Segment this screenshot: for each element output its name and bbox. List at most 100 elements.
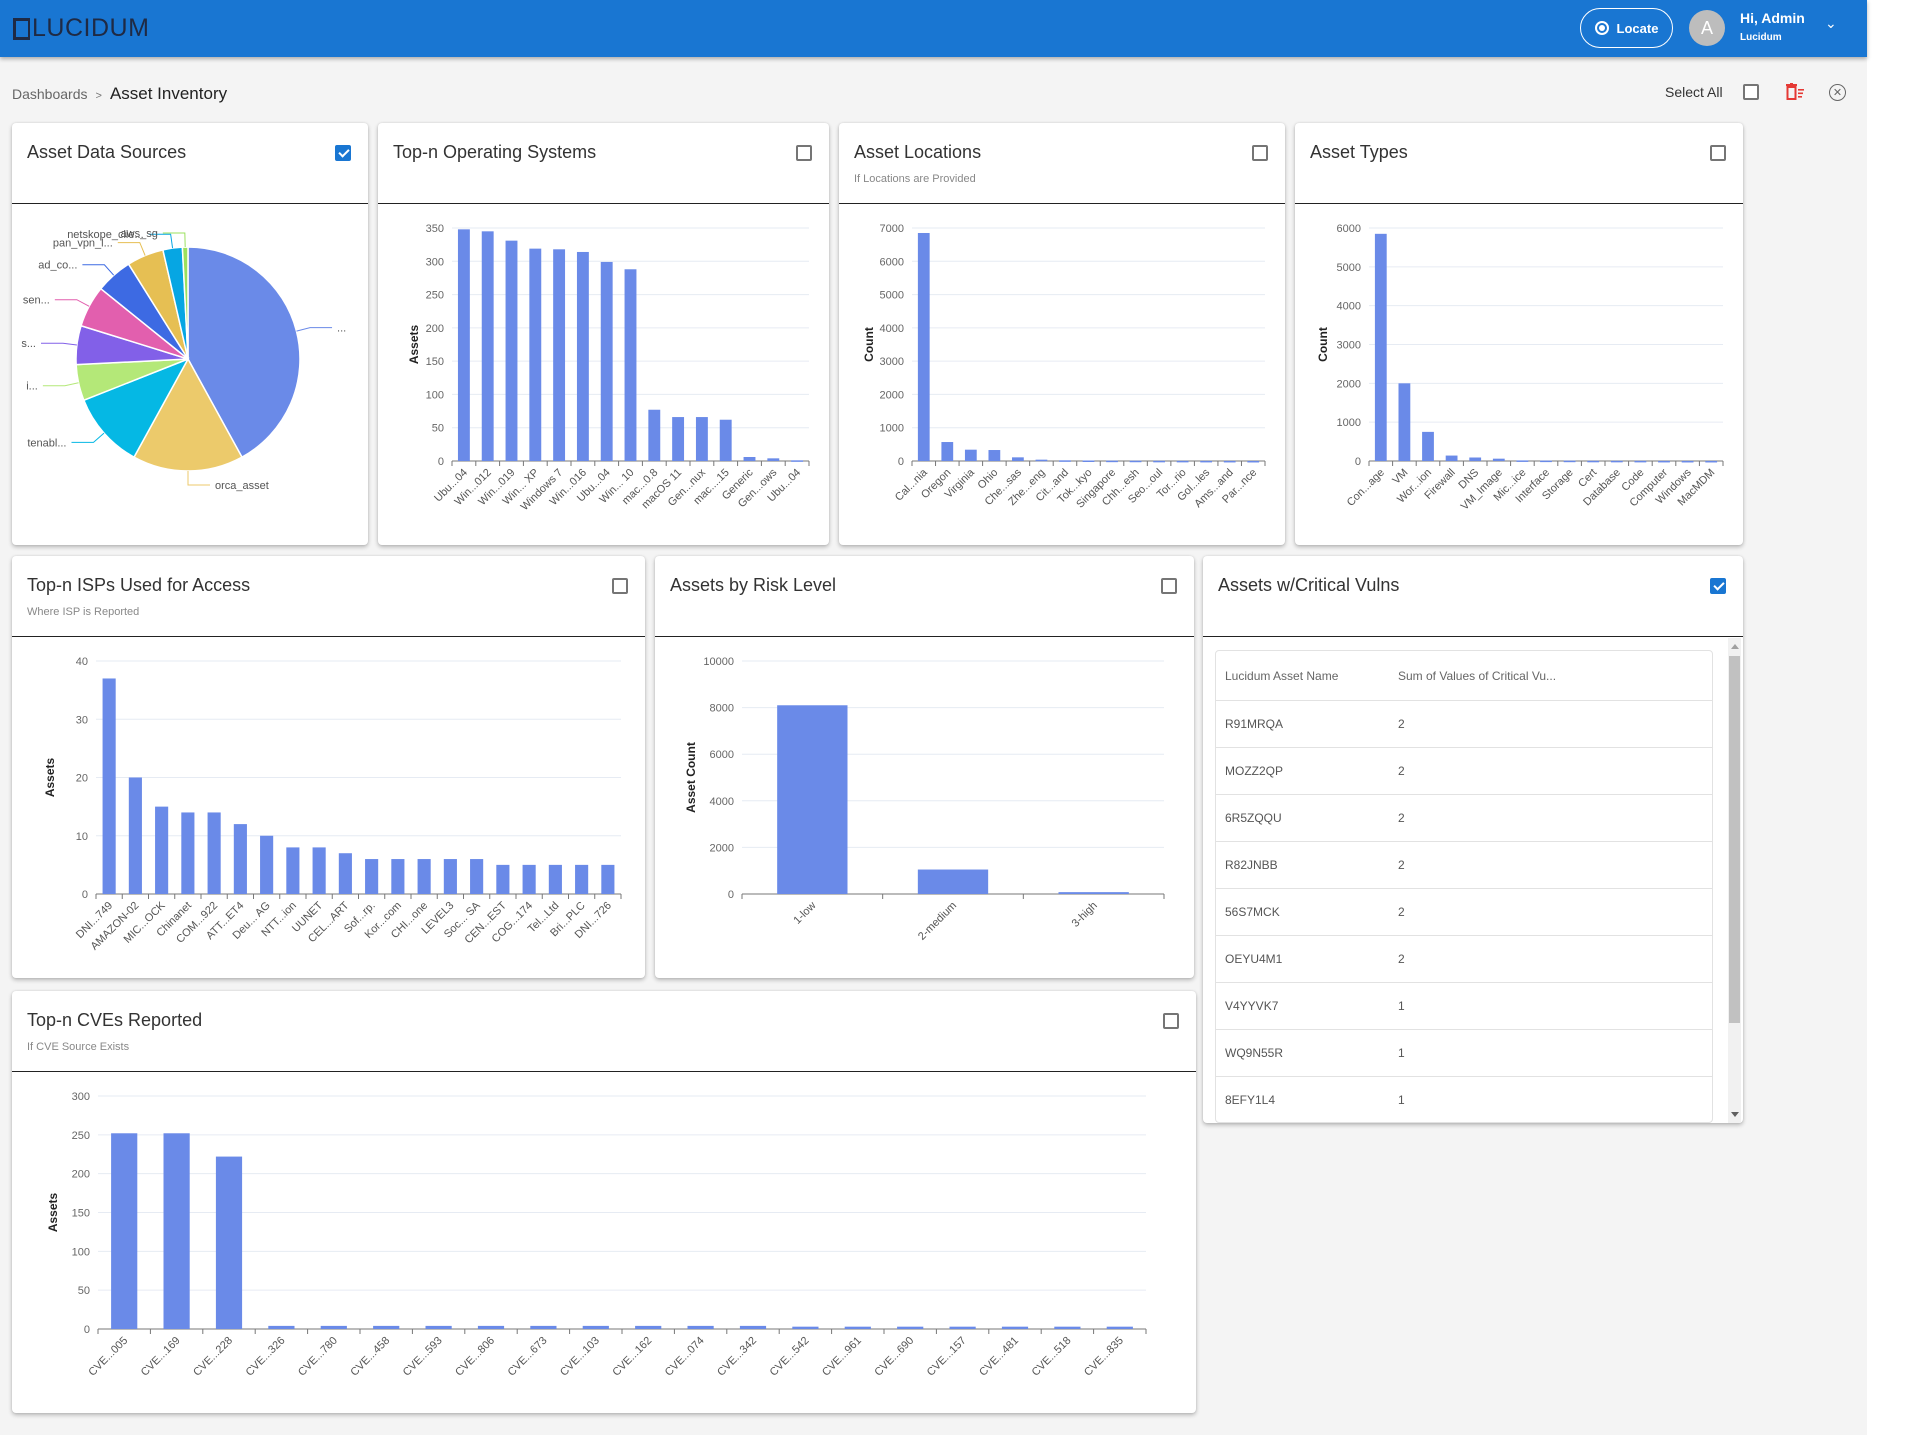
- bar[interactable]: [312, 847, 326, 894]
- bar[interactable]: [102, 678, 116, 894]
- scroll-down-arrow-icon[interactable]: [1731, 1112, 1739, 1117]
- table-row[interactable]: R91MRQA 2: [1216, 701, 1712, 748]
- card-select-checkbox[interactable]: [796, 145, 812, 161]
- scroll-thumb[interactable]: [1729, 656, 1740, 1023]
- bar[interactable]: [1634, 460, 1647, 463]
- bar[interactable]: [719, 419, 732, 461]
- bar[interactable]: [1059, 460, 1071, 462]
- bar[interactable]: [457, 229, 470, 461]
- bar[interactable]: [672, 417, 685, 461]
- bar[interactable]: [522, 864, 536, 894]
- bar[interactable]: [1058, 892, 1129, 894]
- bar[interactable]: [1176, 460, 1189, 463]
- bar[interactable]: [233, 824, 247, 894]
- breadcrumb-dashboards-link[interactable]: Dashboards: [12, 86, 88, 102]
- bar[interactable]: [964, 449, 977, 461]
- table-row[interactable]: R82JNBB 2: [1216, 842, 1712, 889]
- bar[interactable]: [575, 864, 589, 894]
- bar[interactable]: [338, 853, 352, 894]
- bar[interactable]: [1106, 460, 1118, 463]
- table-row[interactable]: 6R5ZQQU 2: [1216, 795, 1712, 842]
- card-select-checkbox[interactable]: [1161, 578, 1177, 594]
- bar[interactable]: [373, 1325, 400, 1329]
- bar[interactable]: [1658, 460, 1670, 463]
- bar[interactable]: [1106, 1326, 1133, 1329]
- bar[interactable]: [443, 859, 457, 894]
- bar[interactable]: [791, 460, 804, 462]
- bar[interactable]: [1153, 460, 1165, 463]
- delete-selected-icon[interactable]: [1785, 83, 1805, 101]
- bar[interactable]: [1012, 457, 1024, 461]
- bar[interactable]: [988, 450, 1001, 461]
- bar[interactable]: [553, 249, 566, 461]
- select-all-checkbox[interactable]: [1743, 84, 1759, 100]
- card-select-checkbox[interactable]: [1710, 145, 1726, 161]
- bar[interactable]: [687, 1325, 714, 1329]
- bar[interactable]: [207, 812, 221, 894]
- bar[interactable]: [1610, 460, 1623, 463]
- bar[interactable]: [792, 1326, 819, 1329]
- bar[interactable]: [505, 240, 518, 461]
- bar[interactable]: [917, 232, 930, 461]
- bar[interactable]: [481, 231, 494, 461]
- bar[interactable]: [1082, 460, 1095, 463]
- table-row[interactable]: OEYU4M1 2: [1216, 936, 1712, 983]
- bar[interactable]: [470, 859, 484, 894]
- bar[interactable]: [1681, 460, 1694, 463]
- avatar[interactable]: A: [1689, 10, 1725, 46]
- table-row[interactable]: 8EFY1L4 1: [1216, 1077, 1712, 1122]
- bar[interactable]: [897, 1326, 924, 1329]
- bar[interactable]: [417, 859, 431, 894]
- table-scrollbar[interactable]: [1728, 638, 1741, 1123]
- bar[interactable]: [111, 1133, 138, 1329]
- bar[interactable]: [268, 1325, 295, 1329]
- column-header-asset-name[interactable]: Lucidum Asset Name: [1216, 669, 1398, 683]
- chevron-down-icon[interactable]: ⌄: [1825, 15, 1837, 32]
- bar[interactable]: [529, 248, 542, 461]
- bar[interactable]: [695, 417, 708, 461]
- bar[interactable]: [365, 859, 379, 894]
- bar[interactable]: [1398, 383, 1411, 461]
- scroll-up-arrow-icon[interactable]: [1731, 644, 1739, 649]
- bar[interactable]: [1587, 460, 1600, 463]
- bar[interactable]: [181, 812, 195, 894]
- bar[interactable]: [576, 251, 589, 461]
- bar[interactable]: [1705, 460, 1718, 463]
- card-select-checkbox[interactable]: [335, 145, 351, 161]
- bar[interactable]: [601, 864, 615, 894]
- bar[interactable]: [1445, 455, 1458, 461]
- bar[interactable]: [163, 1133, 190, 1329]
- locate-button[interactable]: Locate: [1580, 8, 1673, 48]
- bar[interactable]: [1563, 460, 1576, 463]
- card-select-checkbox[interactable]: [612, 578, 628, 594]
- bar[interactable]: [1540, 460, 1552, 463]
- bar[interactable]: [1374, 233, 1387, 461]
- bar[interactable]: [1422, 431, 1434, 461]
- bar[interactable]: [530, 1325, 557, 1329]
- bar[interactable]: [1469, 457, 1482, 461]
- card-select-checkbox[interactable]: [1710, 578, 1726, 594]
- bar[interactable]: [496, 864, 510, 894]
- table-row[interactable]: MOZZ2QP 2: [1216, 748, 1712, 795]
- bar[interactable]: [155, 806, 169, 894]
- bar[interactable]: [1247, 460, 1260, 463]
- bar[interactable]: [917, 869, 989, 894]
- bar[interactable]: [260, 835, 274, 894]
- table-row[interactable]: 56S7MCK 2: [1216, 889, 1712, 936]
- bar[interactable]: [1001, 1326, 1029, 1329]
- bar[interactable]: [648, 409, 661, 461]
- bar[interactable]: [739, 1325, 767, 1329]
- bar[interactable]: [635, 1325, 662, 1329]
- bar[interactable]: [1129, 460, 1142, 463]
- bar[interactable]: [391, 859, 405, 894]
- bar[interactable]: [128, 777, 142, 895]
- close-circle-icon[interactable]: ✕: [1829, 84, 1846, 101]
- bar[interactable]: [1035, 459, 1048, 462]
- bar[interactable]: [600, 261, 613, 461]
- table-row[interactable]: V4YYVK7 1: [1216, 983, 1712, 1030]
- bar[interactable]: [1200, 460, 1213, 463]
- bar[interactable]: [941, 442, 954, 461]
- bar[interactable]: [777, 705, 848, 894]
- bar[interactable]: [582, 1325, 609, 1329]
- table-row[interactable]: WQ9N55R 1: [1216, 1030, 1712, 1077]
